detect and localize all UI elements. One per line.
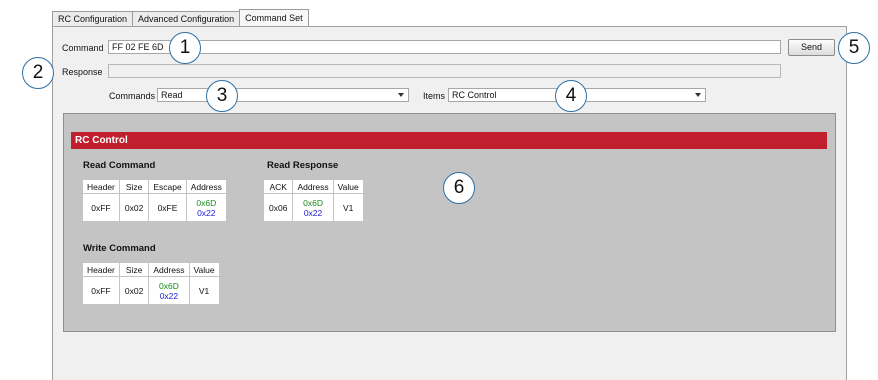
response-label: Response (62, 67, 103, 77)
table-header: ACK (262, 179, 294, 194)
table-header: Size (118, 262, 150, 277)
address-high: 0x6D (303, 197, 323, 208)
chevron-down-icon (695, 93, 701, 97)
commands-select[interactable]: Read (157, 88, 409, 102)
address-high: 0x6D (159, 280, 179, 291)
table-cell: 0x02 (118, 193, 150, 222)
command-label: Command (62, 43, 104, 53)
address-low: 0x22 (159, 290, 179, 301)
send-button[interactable]: Send (788, 39, 835, 56)
commands-select-value: Read (161, 90, 183, 100)
read-command-table: Header Size Escape Address 0xFF 0x02 0xF… (82, 179, 227, 222)
callout-6: 6 (443, 172, 475, 204)
read-response-title: Read Response (267, 160, 339, 171)
commands-label: Commands (109, 91, 156, 101)
table-header: Escape (148, 179, 187, 194)
table-header: Header (82, 262, 120, 277)
table-cell: 0xFF (82, 193, 120, 222)
tab-command-set[interactable]: Command Set (239, 9, 309, 26)
read-response-table: ACK Address Value 0x06 0x6D 0x22 V1 (262, 179, 364, 222)
callout-4: 4 (555, 80, 587, 112)
callout-1: 1 (169, 32, 201, 64)
write-command-title: Write Command (83, 243, 156, 254)
address-low: 0x22 (303, 207, 323, 218)
address-cell: 0x6D 0x22 (292, 193, 334, 222)
tab-bar: RC Configuration Advanced Configuration … (52, 9, 309, 26)
address-cell: 0x6D 0x22 (185, 193, 227, 222)
tab-rc-configuration[interactable]: RC Configuration (52, 11, 134, 26)
table-header: Value (188, 262, 220, 277)
table-header: Address (292, 179, 334, 194)
read-command-title: Read Command (83, 160, 156, 171)
tab-advanced-configuration[interactable]: Advanced Configuration (132, 11, 241, 26)
table-header: Address (185, 179, 227, 194)
chevron-down-icon (398, 93, 404, 97)
table-cell: V1 (188, 276, 220, 305)
table-header: Value (332, 179, 364, 194)
address-low: 0x22 (197, 207, 216, 218)
response-field (108, 64, 781, 78)
table-cell: 0x02 (118, 276, 150, 305)
callout-5: 5 (838, 32, 870, 64)
items-label: Items (423, 91, 446, 101)
address-cell: 0x6D 0x22 (148, 276, 190, 305)
table-cell: 0x06 (262, 193, 294, 222)
table-cell: V1 (332, 193, 364, 222)
callout-2: 2 (22, 57, 54, 89)
callout-3: 3 (206, 80, 238, 112)
write-command-table: Header Size Address Value 0xFF 0x02 0x6D… (82, 262, 220, 305)
table-header: Size (118, 179, 150, 194)
table-header: Address (148, 262, 190, 277)
table-header: Header (82, 179, 120, 194)
address-high: 0x6D (196, 197, 217, 208)
table-cell: 0xFE (148, 193, 187, 222)
command-input[interactable]: FF 02 FE 6D (108, 40, 781, 54)
section-header: RC Control (71, 132, 827, 149)
table-cell: 0xFF (82, 276, 120, 305)
items-select-value: RC Control (452, 90, 497, 100)
